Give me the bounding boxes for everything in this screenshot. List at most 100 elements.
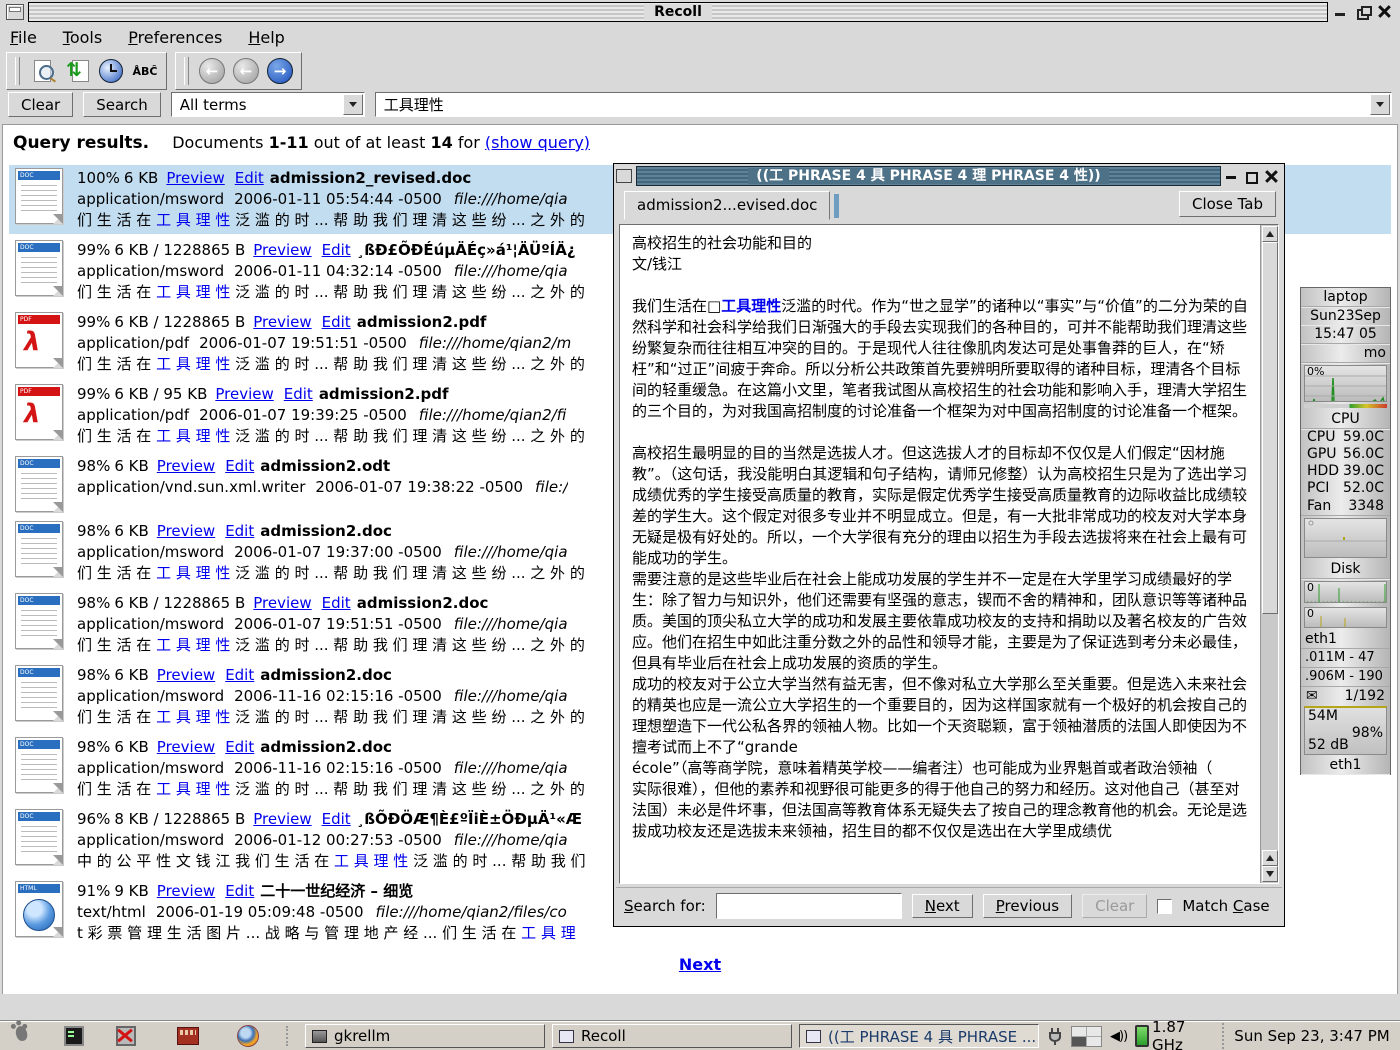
workspace-3[interactable] <box>1072 1037 1086 1046</box>
edit-link[interactable]: Edit <box>225 457 254 475</box>
scroll-up-icon[interactable] <box>1262 226 1278 242</box>
edit-link[interactable]: Edit <box>322 241 351 259</box>
show-query-link[interactable]: (show query) <box>485 133 590 152</box>
net-section-title[interactable]: eth1 <box>1301 630 1390 649</box>
close-icon[interactable] <box>1378 5 1392 19</box>
term-explorer-icon[interactable]: ÅBĈ <box>132 58 158 84</box>
workspace-4[interactable] <box>1087 1037 1101 1046</box>
menu-tools[interactable]: Tools <box>63 28 102 47</box>
terminal-launcher-icon[interactable] <box>62 1024 86 1048</box>
edit-link[interactable]: Edit <box>235 169 264 187</box>
minimize-icon[interactable] <box>1225 170 1238 183</box>
update-index-icon[interactable]: ⇅ <box>64 58 90 84</box>
preview-link[interactable]: Preview <box>157 522 215 540</box>
clear-button[interactable]: Clear <box>8 92 73 117</box>
search-docs-icon[interactable] <box>30 58 56 84</box>
cpu-section-title[interactable]: CPU <box>1301 410 1390 429</box>
memory-meter[interactable]: 54M 98% 52 dB <box>1304 706 1387 755</box>
toolbar-grip[interactable] <box>184 57 189 85</box>
taskbar-handle[interactable] <box>286 1026 294 1046</box>
next-page-link[interactable]: Next <box>679 955 721 974</box>
preview-link[interactable]: Preview <box>253 594 311 612</box>
clock-time[interactable]: 15:47 05 <box>1301 325 1390 344</box>
disk-section-title[interactable]: Disk <box>1301 560 1390 579</box>
fan-chart[interactable] <box>1304 518 1387 559</box>
maximize-icon[interactable] <box>1356 5 1370 19</box>
first-page-icon[interactable]: ← <box>199 58 225 84</box>
edit-link[interactable]: Edit <box>225 666 254 684</box>
toolbar-grip[interactable] <box>15 57 20 85</box>
close-icon[interactable] <box>1265 170 1278 183</box>
menu-preferences[interactable]: Preferences <box>128 28 222 47</box>
close-tab-button[interactable]: Close Tab <box>1179 191 1276 217</box>
workspace-switcher[interactable] <box>1071 1026 1102 1047</box>
sort-by-date-icon[interactable] <box>98 58 124 84</box>
edit-link[interactable]: Edit <box>322 313 351 331</box>
preview-link[interactable]: Preview <box>253 241 311 259</box>
volume-icon[interactable]: ◀)) <box>1110 1029 1127 1044</box>
search-mode-select[interactable]: All terms <box>171 92 365 117</box>
clock-date[interactable]: Sun23Sep <box>1301 307 1390 325</box>
chevron-down-icon[interactable] <box>343 94 363 115</box>
preview-link[interactable]: Preview <box>157 882 215 900</box>
preview-link[interactable]: Preview <box>157 666 215 684</box>
mail-icon[interactable]: ✉ <box>1306 687 1318 705</box>
edit-link[interactable]: Edit <box>225 738 254 756</box>
preview-link[interactable]: Preview <box>157 738 215 756</box>
find-clear-button[interactable]: Clear <box>1082 894 1147 918</box>
scroll-up-icon[interactable] <box>1262 850 1278 866</box>
back-icon[interactable]: ← <box>233 58 259 84</box>
edit-link[interactable]: Edit <box>322 594 351 612</box>
disk-write-chart[interactable]: 0 <box>1304 607 1387 628</box>
preview-link[interactable]: Preview <box>157 457 215 475</box>
gnome-menu-icon[interactable] <box>12 1024 36 1048</box>
titlebar-stripes[interactable]: ((工 PHRASE 4 具 PHRASE 4 理 PHRASE 4 性)) <box>636 166 1221 186</box>
find-next-button[interactable]: Next <box>912 894 973 918</box>
preview-tab[interactable]: admission2...evised.doc <box>624 191 830 220</box>
preview-link[interactable]: Preview <box>215 385 273 403</box>
taskbar-clock[interactable]: Sun Sep 23, 3:47 PM <box>1222 1023 1400 1049</box>
file-size: 6 KB / 1228865 B <box>114 241 245 259</box>
task-button[interactable]: gkrellm <box>305 1024 545 1048</box>
scroll-down-icon[interactable] <box>1262 866 1278 882</box>
firefox-launcher-icon[interactable] <box>236 1024 260 1048</box>
match-case-checkbox[interactable] <box>1157 899 1172 914</box>
task-button[interactable]: ((工 PHRASE 4 具 PHRASE ... <box>799 1024 1039 1048</box>
cpu-chart[interactable]: 0% <box>1304 365 1387 402</box>
lock-screen-icon[interactable] <box>114 1024 138 1048</box>
chevron-down-icon[interactable] <box>1370 94 1390 115</box>
preview-link[interactable]: Preview <box>253 810 311 828</box>
preview-link[interactable]: Preview <box>166 169 224 187</box>
edit-link[interactable]: Edit <box>284 385 313 403</box>
scrollbar[interactable] <box>1260 225 1278 883</box>
preview-window: ((工 PHRASE 4 具 PHRASE 4 理 PHRASE 4 性)) a… <box>613 163 1285 927</box>
edit-link[interactable]: Edit <box>225 522 254 540</box>
maximize-icon[interactable] <box>1245 170 1258 183</box>
hostname[interactable]: laptop <box>1301 288 1390 307</box>
disk-read-chart[interactable]: 0 <box>1304 581 1387 602</box>
preview-text[interactable]: 高校招生的社会功能和目的文/钱江我们生活在□工具理性泛滥的时代。作为“世之显学”… <box>620 225 1261 883</box>
minimize-icon[interactable] <box>1334 5 1348 19</box>
window-menu-icon[interactable] <box>6 4 24 20</box>
menu-file[interactable]: File <box>10 28 37 47</box>
workspace-2[interactable] <box>1087 1027 1101 1036</box>
mime-type: application/msword <box>77 687 224 705</box>
edit-link[interactable]: Edit <box>322 810 351 828</box>
find-input[interactable] <box>716 893 902 919</box>
window-menu-icon[interactable] <box>616 169 632 183</box>
titlebar-stripes[interactable]: Recoll <box>28 2 1328 22</box>
editor-launcher-icon[interactable] <box>176 1024 200 1048</box>
preview-link[interactable]: Preview <box>253 313 311 331</box>
search-button[interactable]: Search <box>83 92 161 117</box>
find-previous-button[interactable]: Previous <box>983 894 1072 918</box>
power-plug-icon[interactable] <box>1047 1026 1063 1046</box>
cpu-freq-monitor[interactable]: 1.87 GHz <box>1135 1018 1214 1050</box>
workspace-1[interactable] <box>1072 1027 1086 1036</box>
forward-icon[interactable]: → <box>267 58 293 84</box>
task-button[interactable]: Recoll <box>552 1024 792 1048</box>
scroll-thumb[interactable] <box>1262 242 1278 614</box>
results-total: 14 <box>430 133 452 152</box>
edit-link[interactable]: Edit <box>225 882 254 900</box>
menu-help[interactable]: Help <box>248 28 284 47</box>
query-input[interactable]: 工具理性 <box>375 92 1392 117</box>
